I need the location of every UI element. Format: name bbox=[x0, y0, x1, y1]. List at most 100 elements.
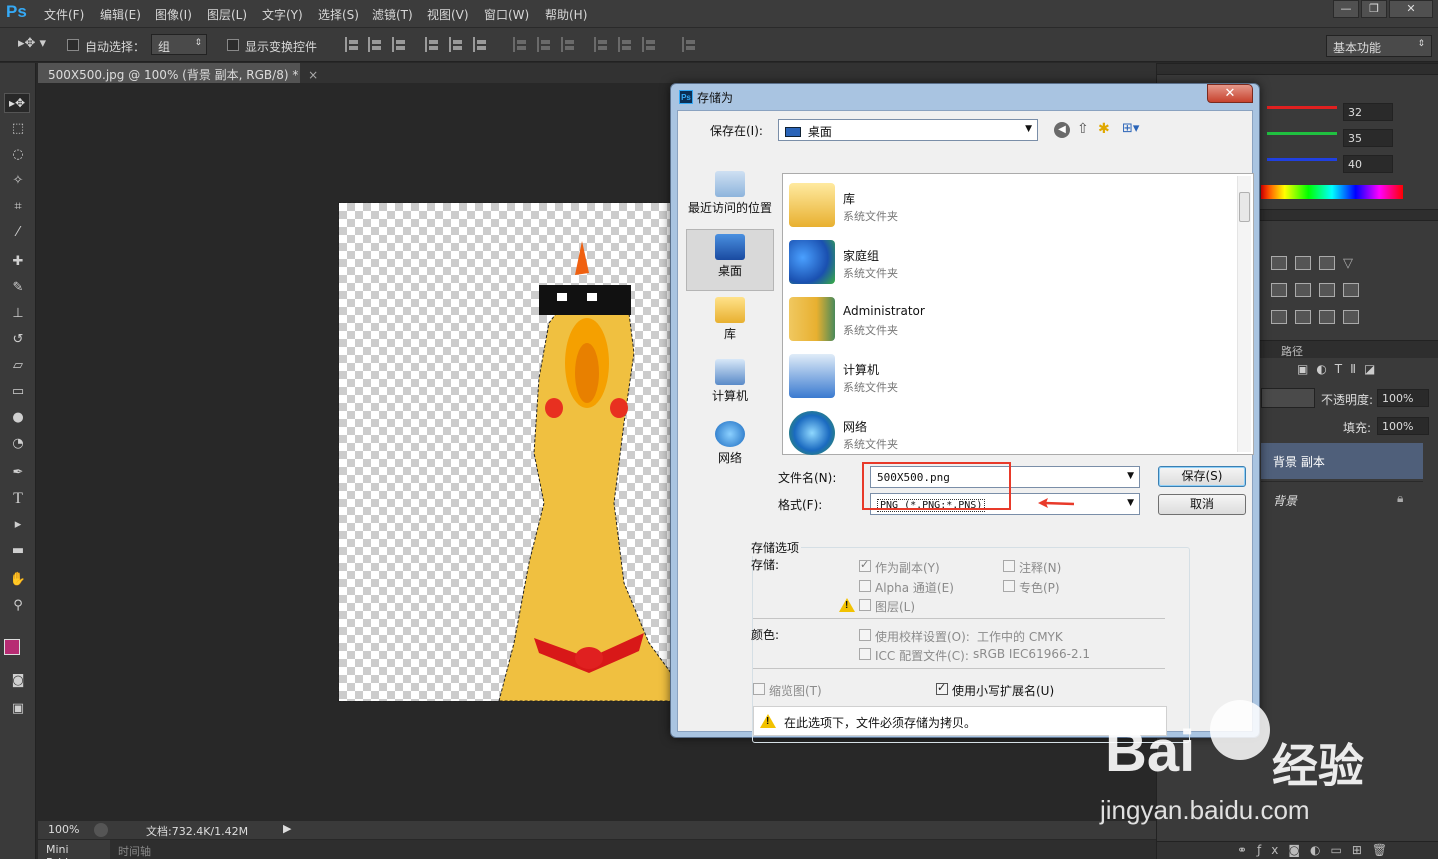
distribute-top-icon[interactable] bbox=[513, 37, 529, 52]
blur-tool-icon[interactable]: ● bbox=[8, 409, 28, 427]
restore-button[interactable]: ❐ bbox=[1361, 0, 1387, 18]
eyedropper-tool-icon[interactable]: ⁄ bbox=[8, 224, 28, 242]
file-item[interactable]: 库 系统文件夹 bbox=[787, 178, 1207, 234]
image-canvas[interactable] bbox=[338, 202, 672, 702]
tab-timeline[interactable]: 时间轴 bbox=[118, 843, 151, 859]
place-desktop[interactable]: 桌面 bbox=[686, 229, 774, 291]
save-button[interactable]: 保存(S) bbox=[1158, 466, 1246, 487]
brush-tool-icon[interactable]: ✎ bbox=[8, 279, 28, 297]
green-value-input[interactable]: 35 bbox=[1343, 129, 1393, 147]
opacity-input[interactable]: 100% bbox=[1377, 389, 1429, 407]
hue-saturation-icon[interactable] bbox=[1271, 283, 1287, 297]
file-item[interactable]: Administrator 系统文件夹 bbox=[787, 292, 1207, 348]
alpha-checkbox[interactable] bbox=[859, 580, 871, 592]
color-lookup-icon[interactable] bbox=[1343, 283, 1359, 297]
posterize-icon[interactable] bbox=[1295, 310, 1311, 324]
place-recent[interactable]: 最近访问的位置 bbox=[686, 167, 774, 229]
layer-footer-icons[interactable]: ⚭ƒx◙◐▭⊞🗑︎ bbox=[1237, 843, 1397, 857]
layer-row[interactable]: 背景 🔒︎ bbox=[1261, 481, 1423, 517]
lowercase-ext-checkbox[interactable] bbox=[936, 681, 948, 695]
status-arrow-icon[interactable]: ▶ bbox=[283, 822, 291, 835]
dialog-close-button[interactable]: ✕ bbox=[1207, 84, 1253, 103]
distribute-hcenter-icon[interactable] bbox=[618, 37, 634, 52]
channel-mixer-icon[interactable] bbox=[1319, 283, 1335, 297]
thumbnail-checkbox[interactable] bbox=[753, 683, 765, 695]
file-list-scrollbar[interactable] bbox=[1237, 176, 1251, 452]
auto-select-dropdown[interactable]: 组 ⇕ bbox=[151, 34, 207, 55]
layers-checkbox[interactable] bbox=[859, 599, 871, 611]
menu-filter[interactable]: 滤镜(T) bbox=[372, 6, 413, 23]
new-folder-icon[interactable]: ✱ bbox=[1098, 121, 1110, 137]
file-item[interactable]: 计算机 系统文件夹 bbox=[787, 349, 1207, 405]
fill-input[interactable]: 100% bbox=[1377, 417, 1429, 435]
quick-mask-icon[interactable]: ◙ bbox=[8, 672, 28, 690]
notes-checkbox[interactable] bbox=[1003, 560, 1015, 572]
distribute-vcenter-icon[interactable] bbox=[537, 37, 553, 52]
menu-layer[interactable]: 图层(L) bbox=[207, 6, 247, 23]
hand-tool-icon[interactable]: ✋ bbox=[8, 571, 28, 589]
blue-slider[interactable] bbox=[1267, 158, 1337, 161]
close-tab-icon[interactable]: × bbox=[308, 68, 318, 82]
place-network[interactable]: 网络 bbox=[686, 417, 774, 479]
path-selection-tool-icon[interactable]: ▸ bbox=[8, 516, 28, 534]
scrollbar-thumb[interactable] bbox=[1239, 192, 1250, 222]
back-icon[interactable]: ◀ bbox=[1054, 122, 1070, 138]
place-computer[interactable]: 计算机 bbox=[686, 355, 774, 417]
menu-help[interactable]: 帮助(H) bbox=[545, 6, 587, 23]
shape-tool-icon[interactable]: ▬ bbox=[8, 542, 28, 560]
layer-row-selected[interactable]: 背景 副本 bbox=[1261, 443, 1423, 479]
crop-tool-icon[interactable]: ⌗ bbox=[8, 198, 28, 216]
marquee-tool-icon[interactable]: ⬚ bbox=[8, 120, 28, 138]
auto-align-icon[interactable] bbox=[682, 37, 698, 52]
threshold-icon[interactable] bbox=[1319, 310, 1335, 324]
proof-setup-checkbox[interactable] bbox=[859, 629, 871, 641]
place-libraries[interactable]: 库 bbox=[686, 293, 774, 355]
stamp-tool-icon[interactable]: ⊥ bbox=[8, 305, 28, 323]
exposure-icon[interactable] bbox=[1319, 256, 1335, 270]
save-in-dropdown[interactable]: 桌面 ▼ bbox=[778, 119, 1038, 141]
gradient-tool-icon[interactable]: ▭ bbox=[8, 383, 28, 401]
menu-edit[interactable]: 编辑(E) bbox=[100, 6, 141, 23]
foreground-color-swatch[interactable] bbox=[4, 639, 20, 655]
menu-view[interactable]: 视图(V) bbox=[427, 6, 469, 23]
gradient-adjust-icon[interactable]: ▽ bbox=[1343, 256, 1359, 271]
menu-type[interactable]: 文字(Y) bbox=[262, 6, 303, 23]
move-tool-preset-icon[interactable]: ▸✥ ▾ bbox=[18, 36, 46, 51]
align-hcenter-icon[interactable] bbox=[449, 37, 465, 52]
levels-icon[interactable] bbox=[1271, 256, 1287, 270]
curves-icon[interactable] bbox=[1295, 256, 1311, 270]
minimize-button[interactable]: — bbox=[1333, 0, 1359, 18]
blend-mode-dropdown[interactable] bbox=[1261, 388, 1315, 408]
layer-filter-icons[interactable]: ▣◐TⅡ◪ bbox=[1297, 362, 1383, 376]
invert-icon[interactable] bbox=[1271, 310, 1287, 324]
healing-brush-tool-icon[interactable]: ✚ bbox=[8, 253, 28, 271]
distribute-bottom-icon[interactable] bbox=[561, 37, 577, 52]
align-vcenter-icon[interactable] bbox=[368, 37, 384, 52]
distribute-right-icon[interactable] bbox=[642, 37, 658, 52]
menu-select[interactable]: 选择(S) bbox=[318, 6, 359, 23]
view-menu-icon[interactable]: ⊞▾ bbox=[1122, 121, 1139, 136]
selective-color-icon[interactable] bbox=[1343, 310, 1359, 324]
show-transform-checkbox[interactable] bbox=[227, 39, 239, 51]
align-bottom-icon[interactable] bbox=[392, 37, 408, 52]
as-copy-checkbox[interactable] bbox=[859, 558, 871, 572]
document-tab[interactable]: 500X500.jpg @ 100% (背景 副本, RGB/8) * × bbox=[38, 63, 318, 83]
up-folder-icon[interactable]: ⇧ bbox=[1077, 121, 1089, 137]
red-value-input[interactable]: 32 bbox=[1343, 103, 1393, 121]
align-top-icon[interactable] bbox=[345, 37, 361, 52]
workspace-dropdown[interactable]: 基本功能 ⇕ bbox=[1326, 35, 1432, 57]
align-left-icon[interactable] bbox=[425, 37, 441, 52]
zoom-level[interactable]: 100% bbox=[48, 823, 79, 836]
status-menu-icon[interactable] bbox=[94, 823, 108, 837]
auto-select-checkbox[interactable] bbox=[67, 39, 79, 51]
distribute-left-icon[interactable] bbox=[594, 37, 610, 52]
eraser-tool-icon[interactable]: ▱ bbox=[8, 357, 28, 375]
menu-image[interactable]: 图像(I) bbox=[155, 6, 192, 23]
cancel-button[interactable]: 取消 bbox=[1158, 494, 1246, 515]
icc-profile-checkbox[interactable] bbox=[859, 648, 871, 660]
zoom-tool-icon[interactable]: ⚲ bbox=[8, 597, 28, 615]
close-window-button[interactable]: ✕ bbox=[1389, 0, 1433, 18]
menu-window[interactable]: 窗口(W) bbox=[484, 6, 529, 23]
move-tool-icon[interactable]: ▸✥ bbox=[4, 93, 30, 113]
spot-checkbox[interactable] bbox=[1003, 580, 1015, 592]
